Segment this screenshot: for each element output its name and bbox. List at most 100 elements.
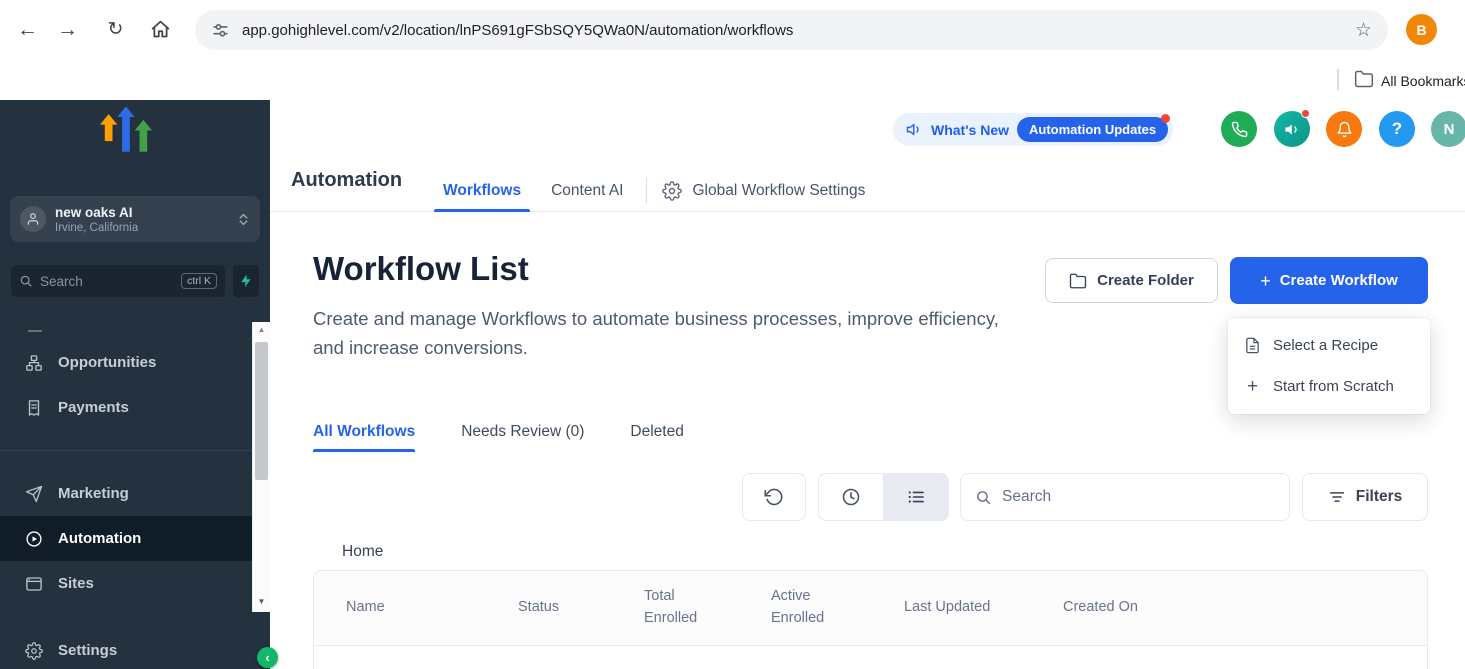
filters-button[interactable]: Filters (1302, 473, 1428, 521)
all-bookmarks-label[interactable]: All Bookmarks (1381, 73, 1465, 89)
browser-reload-icon[interactable]: ↻ (99, 13, 132, 46)
quick-actions-bolt-icon[interactable] (232, 264, 260, 298)
create-folder-label: Create Folder (1097, 272, 1194, 289)
whats-new-pill[interactable]: What's New Automation Updates (893, 113, 1173, 146)
tab-needs-review[interactable]: Needs Review (0) (461, 412, 584, 452)
automation-updates-badge[interactable]: Automation Updates (1017, 117, 1168, 142)
filters-label: Filters (1356, 488, 1403, 506)
workflow-list-heading: Workflow List (313, 250, 529, 288)
bookmarks-bar: All Bookmarks (0, 60, 1465, 100)
global-workflow-settings-label: Global Workflow Settings (692, 182, 865, 200)
global-workflow-settings-link[interactable]: Global Workflow Settings (662, 181, 865, 201)
automation-icon (25, 530, 43, 548)
notifications-bell-button[interactable] (1326, 111, 1362, 147)
sites-icon (25, 575, 43, 593)
workflow-list-description: Create and manage Workflows to automate … (313, 305, 1018, 362)
tab-content-ai[interactable]: Content AI (542, 170, 632, 212)
sidebar-item-label: Opportunities (58, 354, 156, 371)
table-body (314, 646, 1427, 669)
browser-profile-avatar[interactable]: B (1406, 14, 1437, 45)
browser-forward-icon[interactable]: → (51, 13, 84, 46)
list-view-toggle[interactable] (883, 474, 948, 520)
browser-chrome: ← → ↻ app.gohighlevel.com/v2/location/ln… (0, 0, 1465, 100)
menu-item-select-recipe[interactable]: Select a Recipe (1228, 325, 1430, 366)
page-tabs: Workflows Content AI Global Workflow Set… (434, 170, 865, 212)
table-header-row: Name Status Total Enrolled Active Enroll… (314, 571, 1427, 646)
workflow-search[interactable] (960, 473, 1290, 521)
menu-item-start-from-scratch[interactable]: + Start from Scratch (1228, 366, 1430, 407)
location-avatar-icon (20, 206, 46, 232)
create-workflow-label: Create Workflow (1280, 272, 1398, 289)
scrollbar-down-icon[interactable]: ▼ (253, 597, 270, 606)
workflow-table: Name Status Total Enrolled Active Enroll… (313, 570, 1428, 669)
tab-workflows[interactable]: Workflows (434, 170, 530, 212)
plus-icon: + (1260, 272, 1271, 290)
screen: ← → ↻ app.gohighlevel.com/v2/location/ln… (0, 0, 1465, 669)
recent-activity-toggle[interactable] (819, 474, 883, 520)
sidebar-search[interactable]: ctrl K (10, 264, 226, 298)
scrollbar-up-icon[interactable]: ▲ (253, 325, 270, 334)
column-header-total-enrolled[interactable]: Total Enrolled (644, 586, 771, 630)
announce-icon (906, 121, 923, 138)
sidebar-item-label: Payments (58, 399, 129, 416)
sidebar-item-sites[interactable]: Sites (0, 561, 252, 606)
page-title: Automation (291, 169, 402, 192)
phone-button[interactable] (1221, 111, 1257, 147)
bookmark-star-icon[interactable]: ☆ (1355, 19, 1372, 42)
address-bar[interactable]: app.gohighlevel.com/v2/location/lnPS691g… (195, 10, 1388, 50)
sidebar-item-marketing[interactable]: Marketing (0, 471, 252, 516)
sidebar-menu: Opportunities Payments Marketing Automat (0, 340, 252, 606)
create-workflow-button[interactable]: + Create Workflow (1230, 257, 1428, 304)
breadcrumb-home[interactable]: Home (342, 543, 383, 561)
user-avatar[interactable]: N (1431, 111, 1465, 147)
tab-divider (646, 178, 647, 204)
execution-logs-button[interactable] (742, 473, 806, 521)
search-icon (975, 489, 992, 506)
search-shortcut-badge: ctrl K (181, 273, 217, 289)
opportunities-icon (25, 354, 43, 372)
column-header-active-enrolled[interactable]: Active Enrolled (771, 586, 904, 630)
gear-icon (25, 642, 43, 660)
scrollbar-thumb[interactable] (255, 342, 268, 480)
menu-item-label: Start from Scratch (1273, 378, 1394, 395)
url-text: app.gohighlevel.com/v2/location/lnPS691g… (242, 22, 1343, 39)
create-workflow-menu: Select a Recipe + Start from Scratch (1228, 318, 1430, 414)
payments-icon (25, 399, 43, 417)
sidebar-item-opportunities[interactable]: Opportunities (0, 340, 252, 385)
gear-icon (662, 181, 682, 201)
sidebar-item-automation[interactable]: Automation (0, 516, 252, 561)
browser-home-icon[interactable] (144, 13, 177, 46)
sidebar-search-input[interactable] (40, 274, 174, 289)
create-folder-button[interactable]: Create Folder (1045, 258, 1218, 303)
notification-dot (1301, 109, 1310, 118)
recipe-icon (1244, 337, 1261, 354)
notification-dot (1161, 114, 1170, 123)
column-header-name[interactable]: Name (346, 597, 518, 619)
sidebar-item-payments[interactable]: Payments (0, 385, 252, 430)
automation-updates-label: Automation Updates (1029, 122, 1156, 137)
location-name: new oaks AI (55, 204, 138, 222)
help-button[interactable]: ? (1379, 111, 1415, 147)
whats-new-label[interactable]: What's New (931, 122, 1009, 138)
filter-icon (1328, 488, 1346, 506)
sidebar-collapse-button[interactable]: ‹ (257, 647, 278, 668)
marketing-icon (25, 485, 43, 503)
sidebar-item-settings[interactable]: Settings (0, 628, 252, 669)
sidebar-menu-divider (0, 430, 252, 471)
tab-all-workflows[interactable]: All Workflows (313, 412, 415, 452)
sidebar: new oaks AI Irvine, California ctrl K (0, 100, 270, 669)
column-header-status[interactable]: Status (518, 597, 644, 619)
browser-back-icon[interactable]: ← (11, 13, 44, 46)
column-header-last-updated[interactable]: Last Updated (904, 597, 1063, 619)
location-switcher[interactable]: new oaks AI Irvine, California (10, 196, 260, 242)
sidebar-section-divider (28, 330, 42, 332)
folder-icon (1069, 272, 1087, 290)
column-header-created-on[interactable]: Created On (1063, 597, 1427, 619)
site-info-icon[interactable] (211, 21, 230, 40)
sidebar-footer: Settings (0, 628, 252, 669)
bookmarks-folder-icon[interactable] (1354, 69, 1374, 89)
workflow-search-input[interactable] (1002, 488, 1275, 506)
sidebar-item-label: Automation (58, 530, 141, 547)
sidebar-scrollbar[interactable]: ▲ ▼ (252, 322, 270, 612)
tab-deleted[interactable]: Deleted (630, 412, 683, 452)
